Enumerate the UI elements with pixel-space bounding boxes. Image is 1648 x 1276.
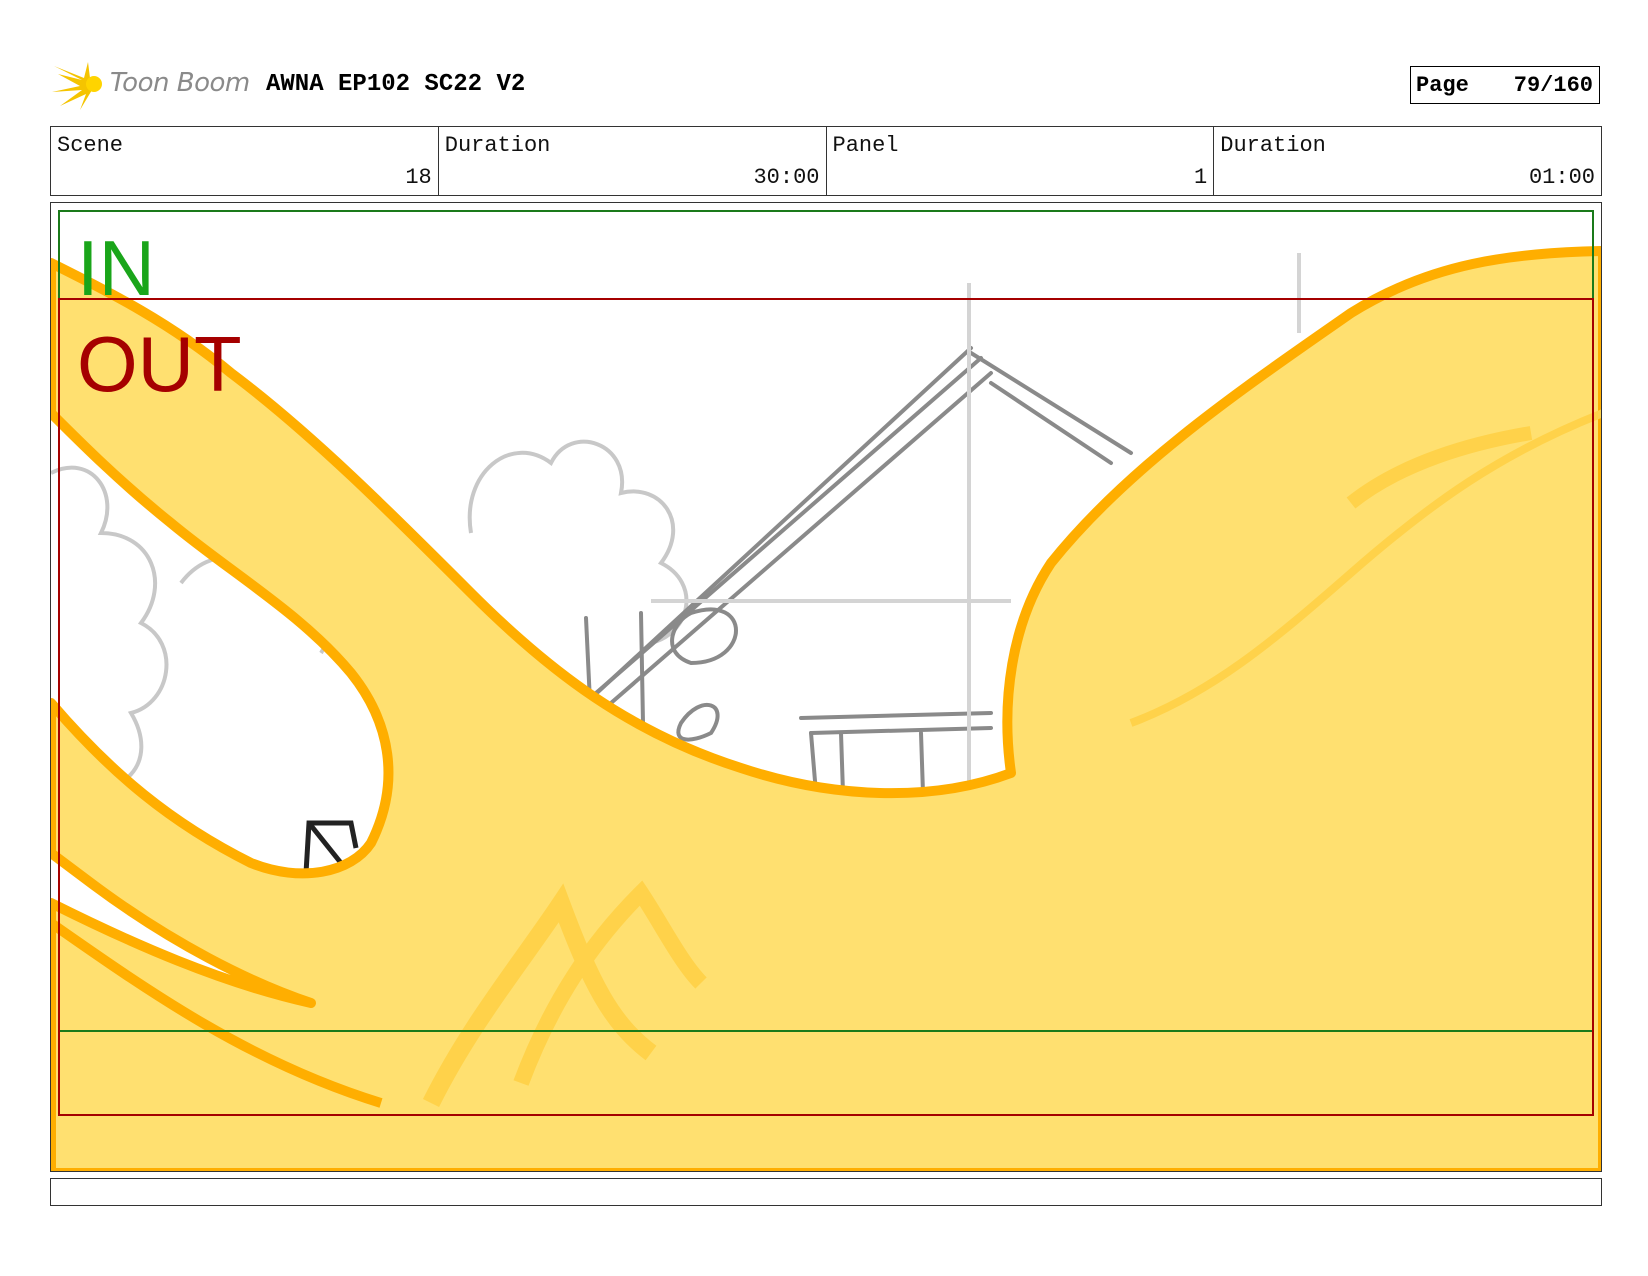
page-counter: Page 79/160 (1410, 66, 1600, 104)
toon-boom-logo: Toon Boom (52, 58, 252, 114)
panel-duration-cell: Duration 01:00 (1214, 127, 1601, 195)
panel-cell: Panel 1 (827, 127, 1215, 195)
scene-duration-label: Duration (444, 133, 551, 158)
panel-info-table: Scene 18 Duration 30:00 Panel 1 Duration… (50, 126, 1602, 196)
panel-value: 1 (1194, 165, 1208, 190)
scene-duration-cell: Duration 30:00 (439, 127, 827, 195)
notes-field (50, 1178, 1602, 1206)
yellow-character-shape (51, 246, 1601, 1171)
panel-label: Panel (832, 133, 899, 158)
page-header: Toon Boom AWNA EP102 SC22 V2 Page 79/160 (50, 58, 1602, 114)
scene-value: 18 (405, 165, 432, 190)
logo-text: Toon Boom (110, 68, 250, 98)
starburst-icon (52, 62, 102, 110)
panel-duration-label: Duration (1220, 133, 1326, 158)
panel-duration-value: 01:00 (1528, 165, 1595, 190)
scene-label: Scene (57, 133, 124, 158)
out-frame-label: OUT (77, 320, 242, 408)
scene-cell: Scene 18 (51, 127, 439, 195)
page-number: 79/160 (1513, 73, 1593, 98)
in-frame-label: IN (77, 224, 155, 312)
panel-artwork (51, 210, 1601, 1171)
storyboard-panel: IN OUT (50, 202, 1602, 1172)
page-label: Page (1416, 73, 1469, 98)
document-title: AWNA EP102 SC22 V2 (266, 71, 526, 98)
scene-duration-value: 30:00 (753, 165, 820, 190)
